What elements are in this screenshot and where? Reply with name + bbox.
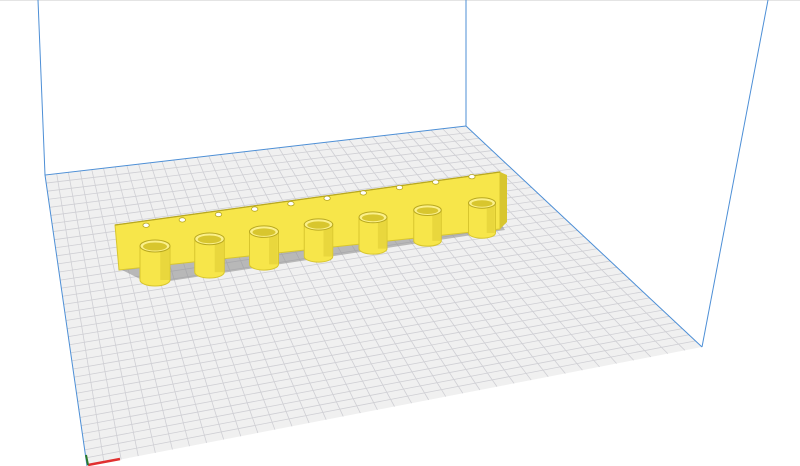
screw-hole xyxy=(214,211,223,218)
screw-hole xyxy=(142,222,150,228)
scene-canvas[interactable] xyxy=(0,0,800,466)
cup-opening xyxy=(471,200,493,207)
cup-opening xyxy=(362,214,384,222)
screw-hole xyxy=(359,190,367,196)
3d-viewport[interactable] xyxy=(0,0,800,466)
cup-opening xyxy=(307,221,330,229)
screw-hole xyxy=(287,201,295,207)
screw-hole xyxy=(251,206,259,212)
rail-end-face xyxy=(500,172,507,229)
cup-opening xyxy=(252,228,276,236)
cup xyxy=(303,218,334,263)
screw-hole xyxy=(468,174,476,180)
screw-hole xyxy=(323,195,331,201)
plate-surface xyxy=(45,126,702,466)
cup xyxy=(358,211,388,255)
cup-opening xyxy=(197,235,222,244)
build-plate[interactable] xyxy=(44,125,703,466)
cup xyxy=(413,204,442,247)
screw-hole xyxy=(432,179,440,185)
cup-opening xyxy=(143,242,167,251)
screw-hole xyxy=(178,217,186,223)
cup xyxy=(139,239,171,287)
cup xyxy=(468,197,496,239)
cup xyxy=(194,232,225,279)
cup xyxy=(249,225,279,271)
cup-opening xyxy=(416,207,439,215)
screw-hole xyxy=(395,184,404,191)
volume-edge-back-left xyxy=(37,0,46,176)
volume-edge-front-right xyxy=(701,0,769,348)
